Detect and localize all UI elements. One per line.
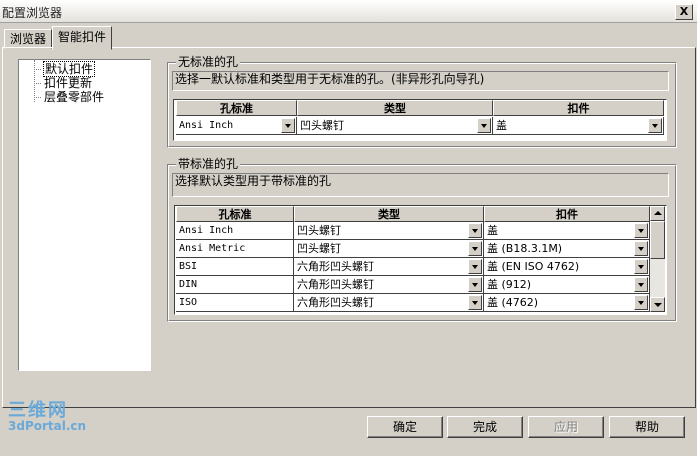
table-row-type-select[interactable]: 六角形凹头螺钉 [294,258,484,276]
table-row-type-select[interactable]: 六角形凹头螺钉 [294,276,484,294]
column-header-hole-standard[interactable]: 孔标准 [176,100,297,116]
tab-browser[interactable]: 浏览器 [4,29,53,49]
hole-standard-select[interactable]: Ansi Inch [176,117,297,135]
description-no-standard: 选择一默认标准和类型用于无标准的孔。(非异形孔向导孔) [172,71,669,91]
close-button[interactable]: X [675,4,693,20]
scroll-thumb[interactable] [650,221,665,259]
cell-value: 六角形凹头螺钉 [297,296,374,309]
chevron-down-icon[interactable] [634,223,648,238]
column-header-fastener[interactable]: 扣件 [493,100,664,116]
chevron-down-icon[interactable] [634,295,648,310]
cell-value: 盖 (4762) [487,296,539,309]
tree-item-default-fasteners[interactable]: 默认扣件 [34,61,96,77]
chevron-down-icon[interactable] [634,241,648,256]
bottom-strip [0,444,697,456]
chevron-down-icon[interactable] [477,118,491,133]
chevron-down-icon[interactable] [634,277,648,292]
tab-smart-fasteners[interactable]: 智能扣件 [52,26,113,50]
table-row-fastener-select[interactable]: 盖 (EN ISO 4762) [484,258,650,276]
column-header-type[interactable]: 类型 [297,100,493,116]
column-header-type[interactable]: 类型 [294,206,484,222]
tree-branch-line [34,69,41,70]
standard-grid: 孔标准 类型 扣件 Ansi Inch 凹头螺钉 盖 Ansi Metric 凹… [174,205,667,315]
group-title: 带标准的孔 [176,157,241,171]
table-row-hole-standard: Ansi Metric [176,240,294,258]
tree-branch-line [34,83,41,84]
help-button[interactable]: 帮助 [609,416,685,438]
tree-item-fastener-update[interactable]: 扣件更新 [34,76,93,90]
cell-value: 凹头螺钉 [300,119,344,132]
cell-value: 盖 (912) [487,278,532,291]
table-row-type-select[interactable]: 六角形凹头螺钉 [294,294,484,312]
vertical-scrollbar[interactable] [650,206,665,312]
cell-value: Ansi Inch [179,120,234,131]
no-standard-grid: 孔标准 类型 扣件 Ansi Inch 凹头螺钉 盖 [173,99,667,141]
tree-branch-line [34,97,41,98]
tree-item-label: 层叠零部件 [44,90,105,104]
window-title: 配置浏览器 [2,6,63,20]
apply-button[interactable]: 应用 [528,416,604,438]
table-row-type-select[interactable]: 凹头螺钉 [294,240,484,258]
tree-item-label: 扣件更新 [44,76,93,90]
table-row-fastener-select[interactable]: 盖 (B18.3.1M) [484,240,650,258]
cell-value: 凹头螺钉 [297,242,341,255]
cell-value: 盖 [487,224,498,237]
fastener-select[interactable]: 盖 [493,117,664,135]
chevron-down-icon[interactable] [648,118,662,133]
scroll-down-icon[interactable] [650,297,665,312]
tree-item-label: 默认扣件 [43,61,96,77]
group-title: 无标准的孔 [176,55,241,69]
cell-value: 盖 (EN ISO 4762) [487,260,580,273]
scroll-up-icon[interactable] [650,206,665,221]
watermark-logo: 三维网 3dPortal.cn [8,400,87,433]
cell-value: 六角形凹头螺钉 [297,278,374,291]
chevron-down-icon[interactable] [634,259,648,274]
chevron-down-icon[interactable] [281,118,295,133]
table-row-fastener-select[interactable]: 盖 (912) [484,276,650,294]
finish-button[interactable]: 完成 [447,416,523,438]
chevron-down-icon[interactable] [468,277,482,292]
cell-value: 盖 (B18.3.1M) [487,242,563,255]
table-row-hole-standard: BSI [176,258,294,276]
type-select[interactable]: 凹头螺钉 [297,117,493,135]
table-row-fastener-select[interactable]: 盖 [484,222,650,240]
column-header-fastener[interactable]: 扣件 [484,206,650,222]
table-row-type-select[interactable]: 凹头螺钉 [294,222,484,240]
ok-button[interactable]: 确定 [367,416,443,438]
tree-item-stacked-components[interactable]: 层叠零部件 [34,90,105,104]
column-header-hole-standard[interactable]: 孔标准 [176,206,294,222]
table-row-hole-standard: ISO [176,294,294,312]
chevron-down-icon[interactable] [468,259,482,274]
chevron-down-icon[interactable] [468,295,482,310]
description-standard: 选择默认类型用于带标准的孔 [172,173,669,197]
chevron-down-icon[interactable] [468,223,482,238]
cell-value: 盖 [496,119,507,132]
cell-value: 凹头螺钉 [297,224,341,237]
cell-value: 六角形凹头螺钉 [297,260,374,273]
watermark-line1: 三维网 [8,400,68,421]
chevron-down-icon[interactable] [468,241,482,256]
table-row-fastener-select[interactable]: 盖 (4762) [484,294,650,312]
table-row-hole-standard: Ansi Inch [176,222,294,240]
title-bar: 配置浏览器 X [0,0,697,23]
watermark-line2: 3dPortal.cn [8,419,87,433]
options-tree: 默认扣件 扣件更新 层叠零部件 [18,59,151,371]
table-row-hole-standard: DIN [176,276,294,294]
